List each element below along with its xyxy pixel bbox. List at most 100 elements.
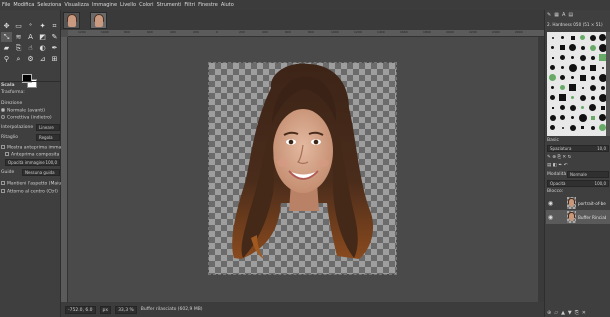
layers-tab[interactable]: ▤ ◧ ✒ ↶ [547,163,567,168]
measure-tool-icon[interactable]: ⊿ [37,54,48,64]
brush-preset[interactable] [588,83,597,92]
brush-preset[interactable] [548,73,557,82]
menu-tools[interactable]: Strumenti [157,2,182,8]
image-canvas[interactable] [208,62,397,275]
brush-preset[interactable] [568,83,577,92]
lower-layer-icon[interactable]: ▼ [568,310,572,316]
fonts-tab-icon[interactable]: A [562,12,565,18]
bucket-fill-tool-icon[interactable]: ◩ [37,32,48,42]
brush-preset[interactable] [588,103,597,112]
menu-windows[interactable]: Finestre [198,2,218,8]
brush-preset[interactable] [558,33,567,42]
menu-edit[interactable]: Modifica [13,2,34,8]
brush-preset[interactable] [598,43,606,52]
fuzzy-select-tool-icon[interactable]: ✦ [37,21,48,31]
eraser-tool-icon[interactable]: ▰ [1,43,12,53]
brush-preset[interactable] [598,93,606,102]
brush-preset[interactable] [598,103,606,112]
smudge-tool-icon[interactable]: ☝ [25,43,36,53]
spacing-slider[interactable]: Spaziatura 10,0 [547,145,609,152]
menu-help[interactable]: Aiuto [221,2,234,8]
brush-preset[interactable] [588,73,597,82]
brush-preset[interactable] [588,63,597,72]
brush-preset[interactable] [598,33,606,42]
brush-preset[interactable] [558,123,567,132]
menu-file[interactable]: File [2,2,10,8]
brushes-tab-icon[interactable]: ✎ [547,12,551,18]
menu-colors[interactable]: Colori [139,2,153,8]
scale-tool-icon[interactable]: ⤡ [1,32,12,42]
guides-select[interactable]: Nessuna guida [22,169,60,176]
documents-tab-icon[interactable]: ▤ [568,12,573,18]
brush-preset[interactable] [598,63,606,72]
brush-preset[interactable] [558,113,567,122]
brush-preset[interactable] [548,93,557,102]
brush-preset[interactable] [548,53,557,62]
image-opacity-slider[interactable]: Opacità immagine 100,0 [5,159,60,166]
interpolation-select[interactable]: Lineare [36,124,60,131]
brush-preset[interactable] [558,83,567,92]
menu-image[interactable]: Immagine [92,2,117,8]
new-layer-icon[interactable]: ⊕ [547,310,551,316]
image-tab-2[interactable]: ✕ [90,11,107,29]
brush-preset[interactable] [568,43,577,52]
duplicate-layer-icon[interactable]: ⎘ [575,310,579,316]
menu-select[interactable]: Seleziona [37,2,61,8]
brush-preset[interactable] [588,93,597,102]
brush-preset[interactable] [578,63,587,72]
menu-layer[interactable]: Livello [120,2,136,8]
brush-preset[interactable] [578,113,587,122]
brush-preset[interactable] [568,33,577,42]
layer-opacity-slider[interactable]: Opacità 100,0 [547,180,609,187]
brush-preset[interactable] [558,63,567,72]
around-center-checkbox[interactable]: Attorno al centro (Ctrl) [1,189,58,195]
brush-preset[interactable] [588,113,597,122]
brush-preset[interactable] [578,93,587,102]
brush-preset[interactable] [578,123,587,132]
vertical-ruler[interactable] [61,37,68,302]
lasso-tool-icon[interactable]: ᐤ [25,21,36,31]
gegl-tool-icon[interactable]: ⚙ [25,54,36,64]
brush-preset[interactable] [598,123,606,132]
raise-layer-icon[interactable]: ▲ [561,310,565,316]
brush-preset[interactable] [558,53,567,62]
zoom-select[interactable]: 33,3 % [115,305,137,314]
composite-preview-checkbox[interactable]: Anteprima composita [5,152,59,158]
brush-preset[interactable] [568,93,577,102]
brush-preset[interactable] [568,103,577,112]
brush-preset[interactable] [588,123,597,132]
zoom-tool-icon[interactable]: ⌕ [13,54,24,64]
horizontal-ruler[interactable]: 1200 1000 800 600 400 200 0 200 400 600 800 1000 120… [68,30,544,37]
mode-select[interactable]: Normale [567,171,609,178]
brush-preset[interactable] [558,43,567,52]
layer-row[interactable]: ◉ Buffer Rinciab [546,210,610,224]
crop-tool-icon[interactable]: ⌗ [49,21,60,31]
text-tool-icon[interactable]: A [25,32,36,42]
show-preview-checkbox[interactable]: Mostra anteprima immagi [1,145,65,151]
brush-preset[interactable] [578,53,587,62]
brush-preset[interactable] [548,123,557,132]
paths-tool-icon[interactable]: ✒ [49,43,60,53]
brushes-scrollbar[interactable] [606,32,610,136]
keep-aspect-checkbox[interactable]: Mantieni l'aspetto (Maiusc) [1,181,68,187]
layer-name[interactable]: portrait-of-be [578,201,606,206]
brush-preset[interactable] [588,33,597,42]
brush-preset[interactable] [548,63,557,72]
warp-tool-icon[interactable]: ≋ [13,32,24,42]
color-picker-tool-icon[interactable]: ⚲ [1,54,12,64]
brush-preset[interactable] [578,43,587,52]
clone-tool-icon[interactable]: ⎘ [13,43,24,53]
patterns-tab-icon[interactable]: ▦ [554,12,559,18]
clipping-select[interactable]: Regola [36,134,60,141]
brush-preset[interactable] [548,83,557,92]
paintbrush-tool-icon[interactable]: ✎ [49,32,60,42]
menu-view[interactable]: Visualizza [64,2,89,8]
brush-preset[interactable] [578,73,587,82]
brush-preset[interactable] [578,33,587,42]
dodge-tool-icon[interactable]: ◐ [37,43,48,53]
brush-preset[interactable] [548,103,557,112]
brush-preset[interactable] [558,93,567,102]
eye-icon[interactable]: ◉ [546,214,555,221]
new-group-icon[interactable]: ▱ [554,310,558,316]
brush-preset[interactable] [558,73,567,82]
